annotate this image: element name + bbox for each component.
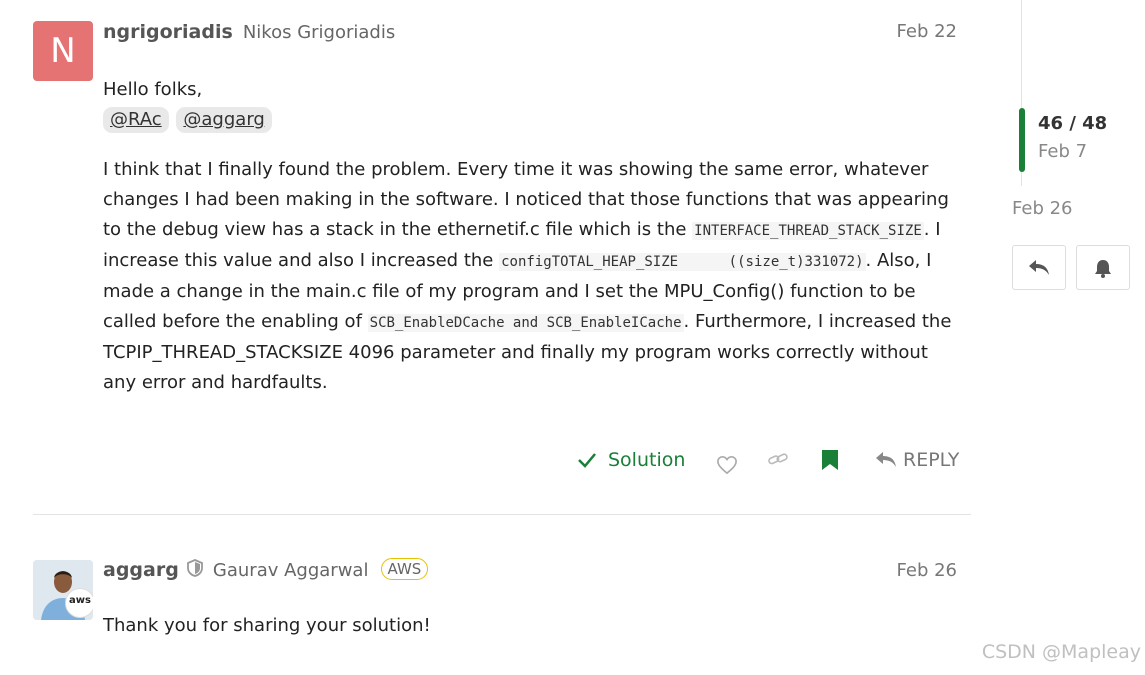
like-button[interactable] <box>716 455 738 479</box>
mentions-line: @RAc @aggarg <box>103 105 963 135</box>
full-name[interactable]: Nikos Grigoriadis <box>243 22 395 43</box>
copy-link-button[interactable] <box>767 450 789 474</box>
timeline-position-date: Feb 7 <box>1038 141 1088 162</box>
timeline-position: 46 / 48 <box>1038 113 1108 134</box>
post-date[interactable]: Feb 26 <box>897 560 958 581</box>
avatar[interactable]: N <box>33 21 93 81</box>
timeline-end-date[interactable]: Feb 26 <box>1012 198 1073 219</box>
heart-icon <box>717 455 737 475</box>
reply-label: REPLY <box>903 449 960 471</box>
topic-timeline: 46 / 48 Feb 7 Feb 26 <box>1000 0 1145 300</box>
greeting-text: Hello folks, <box>103 79 203 100</box>
bookmark-button[interactable] <box>821 449 839 475</box>
reply-button[interactable]: REPLY <box>875 449 959 471</box>
code-scb-enable-cache: SCB_EnableDCache and SCB_EnableICache <box>367 314 684 332</box>
check-icon <box>578 453 596 468</box>
bookmark-icon <box>822 450 838 470</box>
notifications-button[interactable] <box>1076 245 1130 290</box>
code-config-total-heap-size: configTOTAL_HEAP_SIZE ((size_t)331072) <box>499 253 866 271</box>
post-date[interactable]: Feb 22 <box>897 21 958 42</box>
post-actions: Solution REPLY <box>33 449 971 483</box>
aws-badge-icon: aws <box>65 588 93 618</box>
mention-aggarg[interactable]: @aggarg <box>176 107 272 133</box>
paragraph-text: Thank you for sharing your solution! <box>103 615 431 636</box>
solution-button[interactable]: Solution <box>578 449 685 471</box>
timeline-reply-button[interactable] <box>1012 245 1066 290</box>
watermark: CSDN @Mapleay <box>981 641 1141 663</box>
code-interface-thread-stack-size: INTERFACE_THREAD_STACK_SIZE <box>692 222 924 240</box>
post-body: Hello folks, @RAc @aggarg I think that I… <box>103 75 963 398</box>
post-ngrigoriadis: N ngrigoriadis Nikos Grigoriadis Feb 22 … <box>33 21 971 491</box>
post-aggarg: aws aggarg Gaurav Aggarwal AWS Feb 26 Th… <box>33 558 971 650</box>
mention-rac[interactable]: @RAc <box>103 107 169 133</box>
timeline-scroller-handle[interactable] <box>1019 108 1025 172</box>
aws-flair-badge: AWS <box>380 558 429 580</box>
post-author: ngrigoriadis Nikos Grigoriadis <box>103 21 395 43</box>
post-divider <box>33 514 971 515</box>
bell-icon <box>1095 259 1111 278</box>
post-paragraph: I think that I finally found the problem… <box>103 155 963 398</box>
post-body: Thank you for sharing your solution! <box>103 611 963 641</box>
avatar[interactable]: aws <box>33 560 93 620</box>
username[interactable]: ngrigoriadis <box>103 21 233 43</box>
username[interactable]: aggarg <box>103 559 179 581</box>
reply-icon <box>1029 259 1049 275</box>
post-author: aggarg Gaurav Aggarwal AWS <box>103 558 429 581</box>
solution-label: Solution <box>608 449 686 471</box>
link-icon <box>768 453 788 465</box>
shield-icon <box>186 559 203 577</box>
full-name[interactable]: Gaurav Aggarwal <box>213 560 369 581</box>
reply-icon <box>876 452 896 467</box>
